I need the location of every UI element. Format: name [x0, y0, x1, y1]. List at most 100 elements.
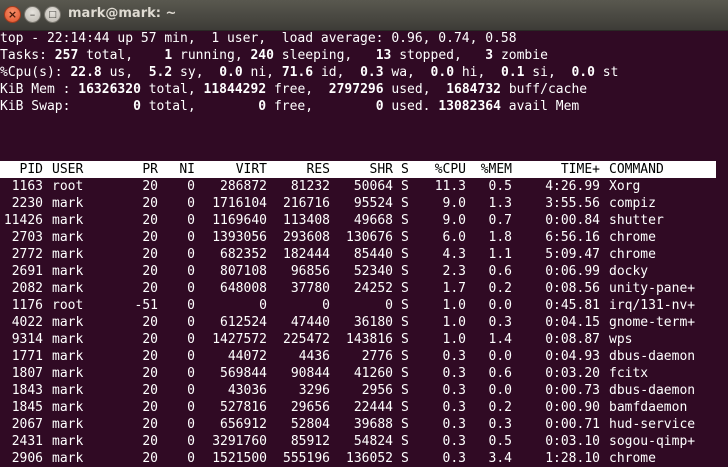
time-cell: 0:00.73 — [545, 383, 600, 398]
close-button[interactable]: × — [4, 6, 21, 23]
mem-cell: 3.4 — [488, 451, 512, 466]
state-cell: S — [401, 264, 409, 279]
summary-label: id, — [313, 65, 361, 80]
state-cell: S — [401, 383, 409, 398]
mem-cell: 0.2 — [488, 281, 512, 296]
col-res[interactable]: RES — [270, 161, 330, 178]
time-cell: 0:45.81 — [545, 298, 600, 313]
pr-cell: 20 — [142, 315, 158, 330]
col-mem[interactable]: %MEM — [470, 161, 512, 178]
table-row: 2067 mark 20 0 656912 52804 39688 S 0.3 0.3 0:00.7… — [0, 416, 728, 433]
col-user[interactable]: USER — [52, 161, 83, 178]
command-cell: shutter — [609, 213, 664, 228]
process-table-header: PID USER PR NI VIRT RES SHR S %CPU %MEM … — [0, 161, 716, 178]
user-cell: mark — [52, 247, 84, 262]
table-row: 2082 mark 20 0 648008 37780 24252 S 1.7 0.2 0:08.5… — [0, 280, 728, 297]
res-cell: 52804 — [290, 417, 330, 432]
table-row: 1807 mark 20 0 569844 90844 41260 S 0.3 0.6 0:03.2… — [0, 365, 728, 382]
virt-cell: 656912 — [220, 417, 267, 432]
res-cell: 29656 — [290, 400, 330, 415]
summary-label: KiB Mem : — [0, 82, 79, 97]
ni-cell: 0 — [187, 196, 195, 211]
col-pr[interactable]: PR — [120, 161, 158, 178]
pr-cell: 20 — [142, 451, 158, 466]
state-cell: S — [401, 434, 409, 449]
minimize-button[interactable]: – — [24, 6, 41, 23]
terminal-area[interactable]: top - 22:14:44 up 57 min, 1 user, load a… — [0, 30, 728, 466]
summary-value: 0.0 — [430, 65, 455, 80]
summary-label: free, — [266, 99, 376, 114]
summary-value: 3 — [485, 48, 494, 63]
ni-cell: 0 — [187, 179, 195, 194]
table-row: 11426 mark 20 0 1169640 113408 49668 S 9.0 0.7 0:0… — [0, 212, 728, 229]
maximize-button[interactable]: □ — [44, 6, 61, 23]
summary-value: 2797296 — [328, 82, 384, 97]
command-cell: dbus-daemon — [609, 349, 696, 364]
shr-cell: 41260 — [353, 366, 393, 381]
time-cell: 0:04.93 — [545, 349, 600, 364]
shr-cell: 130676 — [346, 230, 393, 245]
summary-value: 0 — [258, 99, 267, 114]
mem-line: KiB Mem : 16326320 total, 11844292 free,… — [0, 81, 587, 98]
pid-cell: 2772 — [11, 247, 43, 262]
command-cell: irq/131-nv+ — [609, 298, 696, 313]
state-cell: S — [401, 349, 409, 364]
state-cell: S — [401, 332, 409, 347]
virt-cell: 3291760 — [212, 434, 267, 449]
table-row: 2906 mark 20 0 1521500 555196 136052 S 0.3 3.4 1:2… — [0, 450, 728, 467]
pid-cell: 2703 — [11, 230, 43, 245]
mem-cell: 0.2 — [488, 400, 512, 415]
col-state[interactable]: S — [401, 161, 409, 178]
cpu-line: %Cpu(s): 22.8 us, 5.2 sy, 0.0 ni, 71.6 i… — [0, 64, 618, 81]
shr-cell: 143816 — [346, 332, 393, 347]
user-cell: mark — [52, 264, 84, 279]
cpu-cell: 0.3 — [442, 400, 466, 415]
virt-cell: 612524 — [220, 315, 267, 330]
summary-value: 1684732 — [446, 82, 501, 97]
time-cell: 0:08.87 — [545, 332, 600, 347]
shr-cell: 2956 — [361, 383, 393, 398]
col-cpu[interactable]: %CPU — [420, 161, 466, 178]
col-pid[interactable]: PID — [0, 161, 43, 178]
virt-cell: 1393056 — [212, 230, 267, 245]
col-virt[interactable]: VIRT — [200, 161, 267, 178]
tasks-line: Tasks: 257 total, 1 running, 240 sleepin… — [0, 47, 548, 64]
shr-cell: 85440 — [353, 247, 393, 262]
pid-cell: 11426 — [3, 213, 43, 228]
summary-label: zombie — [493, 48, 548, 63]
ni-cell: 0 — [187, 315, 195, 330]
res-cell: 3296 — [298, 383, 330, 398]
table-row: 1771 mark 20 0 44072 4436 2776 S 0.3 0.0 0:04.93 db… — [0, 348, 728, 365]
command-cell: chrome — [609, 247, 656, 262]
summary-value: 0 — [133, 99, 141, 114]
shr-cell: 52340 — [353, 264, 393, 279]
summary-value: 13 — [375, 48, 392, 63]
res-cell: 293608 — [283, 230, 330, 245]
user-cell: mark — [52, 366, 84, 381]
command-cell: gnome-term+ — [609, 315, 696, 330]
command-cell: docky — [609, 264, 649, 279]
pr-cell: 20 — [142, 366, 158, 381]
cpu-cell: 0.3 — [442, 434, 466, 449]
col-shr[interactable]: SHR — [333, 161, 393, 178]
col-command[interactable]: COMMAND — [609, 161, 664, 178]
pr-cell: 20 — [142, 349, 158, 364]
virt-cell: 44072 — [227, 349, 267, 364]
mem-cell: 1.3 — [488, 196, 512, 211]
ni-cell: 0 — [187, 247, 195, 262]
pr-cell: 20 — [142, 400, 158, 415]
window-title: mark@mark: ~ — [68, 6, 177, 21]
pid-cell: 2906 — [11, 451, 43, 466]
virt-cell: 807108 — [220, 264, 267, 279]
ni-cell: 0 — [187, 451, 195, 466]
cpu-cell: 1.0 — [442, 332, 466, 347]
table-row: 1843 mark 20 0 43036 3296 2956 S 0.3 0.0 0:00.73 db… — [0, 382, 728, 399]
col-time[interactable]: TIME+ — [520, 161, 600, 178]
shr-cell: 0 — [385, 298, 393, 313]
summary-label: sleeping, — [273, 48, 376, 63]
virt-cell: 0 — [259, 298, 267, 313]
pr-cell: 20 — [142, 196, 158, 211]
virt-cell: 43036 — [227, 383, 267, 398]
col-ni[interactable]: NI — [160, 161, 195, 178]
res-cell: 216716 — [283, 196, 330, 211]
